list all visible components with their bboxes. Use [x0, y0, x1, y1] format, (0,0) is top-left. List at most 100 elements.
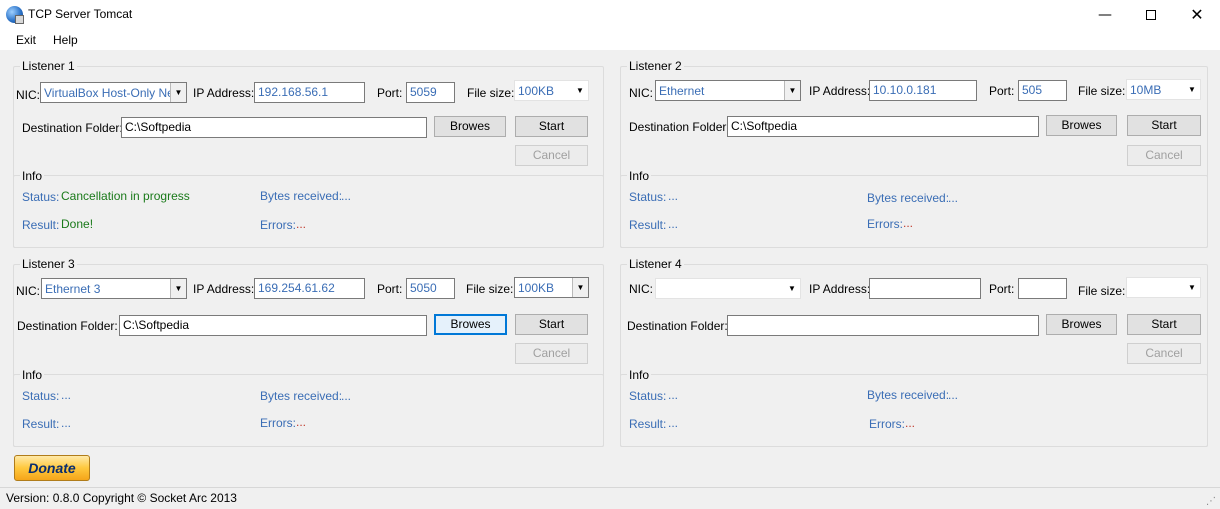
listener-4-filesize-label: File size:: [1078, 284, 1126, 298]
listener-1-filesize-label: File size:: [467, 86, 515, 100]
listener-2-start-button[interactable]: Start: [1127, 115, 1201, 136]
listener-4-cancel-button[interactable]: Cancel: [1127, 343, 1201, 364]
listener-2-filesize-select[interactable]: 10MB ▼: [1126, 79, 1201, 100]
listener-2-ip-input[interactable]: 10.10.0.181: [869, 80, 977, 101]
listener-1-nic-select[interactable]: VirtualBox Host-Only Network ▼: [40, 82, 187, 103]
listener-2-port-input[interactable]: 505: [1018, 80, 1067, 101]
listener-3-dest-label: Destination Folder:: [17, 319, 118, 333]
listener-2-info-group: [620, 175, 1208, 248]
listener-1-start-button[interactable]: Start: [515, 116, 588, 137]
chevron-down-icon: ▼: [784, 81, 800, 100]
maximize-icon: [1146, 10, 1156, 20]
listener-4-port-label: Port:: [989, 282, 1015, 296]
close-button[interactable]: ✕: [1174, 0, 1220, 30]
listener-2-status-label: Status:: [629, 190, 667, 204]
listener-3-filesize-label: File size:: [466, 282, 514, 296]
listener-4-errors-label: Errors:: [869, 417, 905, 431]
listener-1-info-title: Info: [20, 169, 45, 183]
listener-1-status-label: Status:: [22, 190, 60, 204]
listener-2-filesize-value: 10MB: [1130, 83, 1162, 97]
listener-2-cancel-button[interactable]: Cancel: [1127, 145, 1201, 166]
listener-4-result-value: ...: [668, 416, 679, 430]
listener-4-bytes-value: ...: [948, 388, 959, 402]
listener-3-result-value: ...: [61, 416, 72, 430]
listener-3-dest-input[interactable]: C:\Softpedia: [119, 315, 427, 336]
chevron-down-icon: ▼: [1184, 80, 1200, 99]
listener-1-bytes-label: Bytes received:: [260, 189, 343, 203]
listener-1-port-input[interactable]: 5059: [406, 82, 455, 103]
maximize-button[interactable]: [1128, 0, 1174, 30]
listener-1-dest-input[interactable]: C:\Softpedia: [121, 117, 427, 138]
listener-3-info-group: [13, 374, 604, 447]
listener-2-browse-button[interactable]: Browes: [1046, 115, 1117, 136]
listener-2-bytes-label: Bytes received:: [867, 191, 950, 205]
listener-4-dest-input[interactable]: [727, 315, 1039, 336]
listener-1-status-value: Cancellation in progress: [61, 189, 190, 203]
listener-3-nic-label: NIC:: [16, 284, 40, 298]
chevron-down-icon: ▼: [170, 279, 186, 298]
listener-3-status-label: Status:: [22, 389, 60, 403]
chevron-down-icon: ▼: [1184, 278, 1200, 297]
listener-3-port-input[interactable]: 5050: [406, 278, 455, 299]
listener-3-cancel-button[interactable]: Cancel: [515, 343, 588, 364]
listener-2-nic-value: Ethernet: [659, 84, 705, 98]
listener-2-result-label: Result:: [629, 218, 667, 232]
resize-grip-icon[interactable]: ⋰: [1206, 496, 1216, 507]
listener-3-result-label: Result:: [22, 417, 60, 431]
listener-1-errors-label: Errors:: [260, 218, 296, 232]
listener-1-ip-input[interactable]: 192.168.56.1: [254, 82, 365, 103]
chevron-down-icon: ▼: [170, 83, 186, 102]
window-title: TCP Server Tomcat: [28, 7, 133, 21]
listener-3-ip-label: IP Address:: [193, 282, 255, 296]
chevron-down-icon: ▼: [572, 81, 588, 100]
listener-3-title: Listener 3: [20, 257, 77, 271]
listener-2-dest-input[interactable]: C:\Softpedia: [727, 116, 1039, 137]
listener-4-nic-select[interactable]: ▼: [655, 278, 801, 299]
listener-3-nic-select[interactable]: Ethernet 3 ▼: [41, 278, 187, 299]
title-bar[interactable]: [0, 0, 1220, 30]
listener-2-errors-label: Errors:: [867, 217, 903, 231]
listener-1-filesize-select[interactable]: 100KB ▼: [514, 80, 589, 101]
listener-3-browse-button[interactable]: Browes: [434, 314, 507, 335]
listener-3-filesize-select[interactable]: 100KB ▼: [514, 277, 589, 298]
listener-1-errors-value: ...: [296, 217, 307, 231]
listener-1-result-label: Result:: [22, 218, 60, 232]
listener-4-filesize-select[interactable]: ▼: [1126, 277, 1201, 298]
listener-2-nic-label: NIC:: [629, 86, 653, 100]
listener-2-port-label: Port:: [989, 84, 1015, 98]
listener-4-info-title: Info: [627, 368, 652, 382]
listener-4-port-input[interactable]: [1018, 278, 1067, 299]
listener-2-result-value: ...: [668, 217, 679, 231]
menu-help[interactable]: Help: [53, 33, 78, 47]
listener-4-ip-input[interactable]: [869, 278, 981, 299]
listener-3-errors-value: ...: [296, 415, 307, 429]
listener-4-status-label: Status:: [629, 389, 667, 403]
listener-3-bytes-label: Bytes received:: [260, 389, 343, 403]
listener-4-start-button[interactable]: Start: [1127, 314, 1201, 335]
listener-4-ip-label: IP Address:: [809, 282, 871, 296]
listener-1-bytes-value: ...: [341, 189, 352, 203]
listener-1-cancel-button[interactable]: Cancel: [515, 145, 588, 166]
listener-4-browse-button[interactable]: Browes: [1046, 314, 1117, 335]
listener-1-dest-label: Destination Folder:: [22, 121, 123, 135]
listener-1-ip-label: IP Address:: [193, 86, 255, 100]
listener-3-status-value: ...: [61, 388, 72, 402]
listener-3-ip-input[interactable]: 169.254.61.62: [254, 278, 365, 299]
listener-1-port-label: Port:: [377, 86, 403, 100]
listener-4-result-label: Result:: [629, 417, 667, 431]
listener-3-nic-value: Ethernet 3: [45, 282, 101, 296]
minimize-button[interactable]: —: [1082, 0, 1128, 30]
listener-1-info-group: [13, 175, 604, 248]
listener-1-nic-value: VirtualBox Host-Only Network: [44, 86, 170, 100]
menu-exit[interactable]: Exit: [16, 33, 36, 47]
listener-4-status-value: ...: [668, 388, 679, 402]
listener-2-dest-label: Destination Folder:: [629, 120, 730, 134]
listener-2-nic-select[interactable]: Ethernet ▼: [655, 80, 801, 101]
listener-3-errors-label: Errors:: [260, 416, 296, 430]
listener-3-start-button[interactable]: Start: [515, 314, 588, 335]
listener-4-dest-label: Destination Folder:: [627, 319, 728, 333]
listener-1-browse-button[interactable]: Browes: [434, 116, 506, 137]
listener-4-bytes-label: Bytes received:: [867, 388, 950, 402]
donate-button[interactable]: Donate: [14, 455, 90, 481]
listener-1-nic-label: NIC:: [16, 88, 40, 102]
